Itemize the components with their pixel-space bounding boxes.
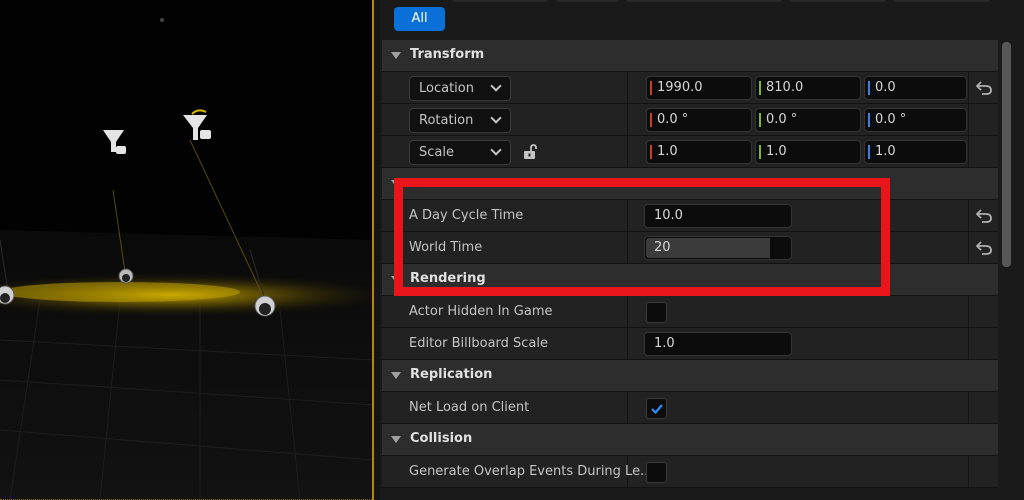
chevron-down-icon	[490, 112, 502, 124]
section-replication[interactable]: Replication	[382, 360, 998, 392]
filter-tab[interactable]	[894, 0, 990, 2]
scrollbar-thumb[interactable]	[1002, 42, 1011, 267]
billboard-label: Editor Billboard Scale	[409, 336, 549, 351]
world-time-slider[interactable]: 20	[644, 236, 792, 260]
checkmark-icon	[651, 404, 663, 415]
details-panel: All Transform Location 1990.0 810.0 0.0	[380, 0, 1024, 500]
scale-combo[interactable]: Scale	[409, 140, 511, 165]
filter-tab[interactable]	[626, 0, 782, 2]
section-title: Collision	[410, 431, 473, 446]
billboard-row: Editor Billboard Scale 1.0	[382, 328, 998, 360]
section-collision[interactable]: Collision	[382, 424, 998, 456]
expand-arrow-icon	[391, 372, 401, 379]
light-actor-icon[interactable]	[118, 268, 134, 284]
rotation-row: Rotation 0.0 ° 0.0 ° 0.0 °	[382, 104, 998, 136]
actor-hidden-label: Actor Hidden In Game	[409, 304, 553, 319]
location-combo[interactable]: Location	[409, 76, 511, 101]
location-z-field[interactable]: 0.0	[864, 76, 967, 100]
rotation-combo[interactable]: Rotation	[409, 108, 511, 133]
section-default[interactable]	[382, 168, 998, 200]
unlock-icon[interactable]	[522, 144, 538, 160]
scale-label: Scale	[419, 145, 454, 160]
scale-x-field[interactable]: 1.0	[646, 140, 752, 164]
actor-hidden-checkbox[interactable]	[646, 302, 667, 323]
rotation-label: Rotation	[419, 113, 474, 128]
filter-tab[interactable]	[452, 0, 548, 2]
world-time-row: World Time 20	[382, 232, 998, 264]
section-rendering[interactable]: Rendering	[382, 264, 998, 296]
section-title: Rendering	[410, 271, 486, 286]
billboard-field[interactable]: 1.0	[644, 332, 792, 356]
level-viewport[interactable]	[0, 0, 374, 500]
expand-arrow-icon	[391, 436, 401, 443]
filter-bar: All	[380, 0, 1024, 40]
scale-y-field[interactable]: 1.0	[755, 140, 861, 164]
day-cycle-field[interactable]: 10.0	[644, 204, 792, 228]
viewport-scene	[0, 0, 372, 500]
world-time-label: World Time	[409, 240, 483, 255]
chevron-down-icon	[490, 80, 502, 92]
rotation-z-field[interactable]: 0.0 °	[864, 108, 967, 132]
rotation-x-field[interactable]: 0.0 °	[646, 108, 752, 132]
overlap-row: Generate Overlap Events During Le...	[382, 456, 998, 488]
expand-arrow-icon	[391, 276, 401, 283]
filter-tab[interactable]	[790, 0, 886, 2]
net-load-checkbox[interactable]	[646, 398, 667, 419]
reset-arrow-icon[interactable]	[976, 209, 992, 223]
reset-arrow-icon[interactable]	[976, 241, 992, 255]
actor-hidden-row: Actor Hidden In Game	[382, 296, 998, 328]
chevron-down-icon	[490, 144, 502, 156]
section-transform[interactable]: Transform	[382, 40, 998, 72]
location-row: Location 1990.0 810.0 0.0	[382, 72, 998, 104]
net-load-label: Net Load on Client	[409, 400, 530, 415]
scale-z-field[interactable]: 1.0	[864, 140, 967, 164]
expand-arrow-icon	[391, 180, 401, 187]
location-y-field[interactable]: 810.0	[755, 76, 861, 100]
scale-row: Scale 1.0 1.0 1.0	[382, 136, 998, 168]
expand-arrow-icon	[391, 52, 401, 59]
section-title: Replication	[410, 367, 493, 382]
net-load-row: Net Load on Client	[382, 392, 998, 424]
rotation-y-field[interactable]: 0.0 °	[755, 108, 861, 132]
filter-all-button[interactable]: All	[394, 7, 445, 31]
day-cycle-label: A Day Cycle Time	[409, 208, 524, 223]
reset-arrow-icon[interactable]	[976, 81, 992, 95]
section-title: Transform	[410, 47, 485, 62]
overlap-checkbox[interactable]	[646, 462, 667, 483]
location-label: Location	[419, 81, 474, 96]
filter-tab[interactable]	[556, 0, 618, 2]
overlap-label: Generate Overlap Events During Le...	[409, 464, 653, 479]
day-cycle-row: A Day Cycle Time 10.0	[382, 200, 998, 232]
location-x-field[interactable]: 1990.0	[646, 76, 752, 100]
